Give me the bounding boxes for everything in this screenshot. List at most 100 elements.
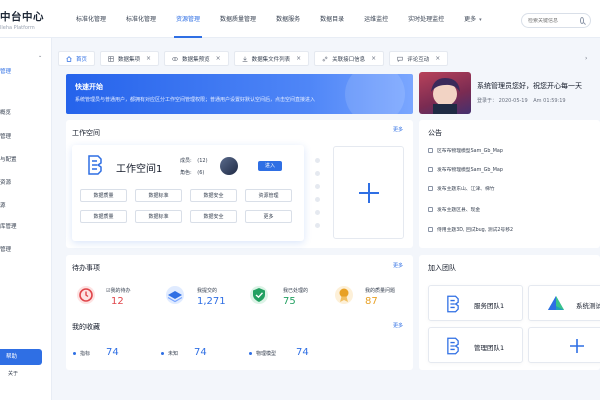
teams-card-title: 加入团队 [428, 264, 456, 272]
sidebar-item-resource[interactable]: 资源 [0, 178, 11, 186]
comment-icon [397, 56, 403, 62]
pager-dot[interactable] [315, 223, 320, 228]
todo-value: 12 [111, 296, 124, 307]
tab-dataset-items[interactable]: 数据集项 × [100, 51, 160, 66]
workspace-more-link[interactable]: 更多 [393, 126, 403, 133]
nav-item-resource-management[interactable]: 资源管理 [166, 0, 210, 38]
bullet-dot [73, 352, 76, 355]
enter-workspace-button[interactable]: 进入 [258, 161, 282, 171]
close-icon[interactable]: × [216, 55, 221, 62]
search-icon[interactable] [580, 17, 584, 24]
sidebar-item-overview[interactable]: 概览 [0, 108, 11, 116]
tab-home[interactable]: 首页 [58, 51, 96, 66]
nav-item-data-service[interactable]: 数据服务 [266, 0, 310, 38]
brand-logo[interactable]: 中台中心 lleha Platform [0, 9, 44, 31]
shortcut-data-standard[interactable]: 数据标准 [135, 189, 182, 202]
pager-dot[interactable] [315, 197, 320, 202]
tab-strip: 首页 数据集项 × 数据集预览 × 数据集文件列表 × 关联接口信息 × 评论互… [58, 51, 449, 69]
notice-text: 区布布物理模型Sam_Gb_Map [437, 149, 503, 154]
avatar[interactable] [419, 72, 471, 114]
shortcut-resource-management[interactable]: 资源管理 [245, 189, 292, 202]
notice-item[interactable]: 发布布物理模型Sam_Gb_Map [428, 166, 503, 173]
shortcut-data-standard-2[interactable]: 数据标准 [135, 210, 182, 223]
nav-item-data-catalog[interactable]: 数据目录 [310, 0, 354, 38]
todo-label-text: 我的待办 [110, 288, 131, 294]
join-team-button[interactable] [528, 327, 600, 363]
notice-item[interactable]: 区布布物理模型Sam_Gb_Map [428, 147, 503, 154]
layers-icon [166, 286, 184, 304]
team-card-service[interactable]: 服务团队1 [428, 285, 523, 321]
help-button[interactable]: 帮助 [0, 349, 42, 365]
close-icon[interactable]: × [371, 55, 376, 62]
pager-dot[interactable] [315, 210, 320, 215]
shortcut-data-quality[interactable]: 数据质量 [80, 189, 127, 202]
todo-more-link[interactable]: 更多 [393, 262, 403, 269]
tab-label: 首页 [76, 56, 88, 63]
sidebar-item-source[interactable]: 源 [0, 201, 6, 209]
shortcut-data-quality-2[interactable]: 数据质量 [80, 210, 127, 223]
management-team-icon [447, 337, 459, 355]
sidebar-item-config[interactable]: 与配置 [0, 155, 17, 163]
close-icon[interactable]: × [296, 55, 301, 62]
nav-item-standardization[interactable]: 标准化管理 [66, 0, 116, 38]
notice-item[interactable]: 侍用主题3D, 回试bug, 测试2号移2 [428, 226, 513, 233]
tab-linked-api[interactable]: 关联接口信息 × [314, 51, 385, 66]
pager-dot[interactable] [315, 184, 320, 189]
ribbon-icon [335, 286, 353, 304]
bullet-dot [249, 352, 252, 355]
tab-comments[interactable]: 评论互动 × [389, 51, 449, 66]
shortcut-data-security[interactable]: 数据安全 [190, 189, 237, 202]
nav-item-ops-monitor[interactable]: 运维监控 [354, 0, 398, 38]
favorite-label: 指标 [80, 351, 91, 357]
nav-item-standardization-2[interactable]: 标准化管理 [116, 0, 166, 38]
nav-item-data-quality[interactable]: 数据质量管理 [210, 0, 266, 38]
tab-dataset-files[interactable]: 数据集文件列表 × [233, 51, 310, 66]
document-icon [428, 186, 433, 191]
favorite-value: 74 [106, 347, 119, 358]
sidebar-item-management-2[interactable]: 管理 [0, 132, 11, 140]
login-time: Am 01:59:19 [533, 98, 566, 104]
favorites-title: 我的收藏 [72, 323, 100, 331]
brand-title: 中台中心 [0, 11, 44, 23]
favorites-more-link[interactable]: 更多 [393, 322, 403, 329]
top-nav-bar: 中台中心 lleha Platform 标准化管理 标准化管理 资源管理 数据质… [0, 0, 600, 38]
banner-description: 系统管理员与普通用户，都拥有对应区分工作空间管理权限；普通用户设置好默认空间后，… [75, 97, 316, 103]
close-icon[interactable]: × [146, 55, 151, 62]
pager-dot[interactable] [315, 171, 320, 176]
team-card-system-test[interactable]: 系统测试团队 [528, 285, 600, 321]
shortcut-data-security-2[interactable]: 数据安全 [190, 210, 237, 223]
shortcut-label: 资源管理 [258, 193, 279, 199]
login-label: 登录于： [477, 98, 498, 104]
notice-item[interactable]: 发布主题区县、现金 [428, 206, 480, 213]
shortcut-label: 更多 [263, 214, 274, 220]
nav-item-realtime-monitor[interactable]: 实时处理监控 [398, 0, 454, 38]
sidebar-item-management[interactable]: 管理 [0, 67, 11, 75]
shortcut-more[interactable]: 更多 [245, 210, 292, 223]
team-name: 系统测试团队 [576, 302, 600, 310]
about-link[interactable]: 关于 [8, 370, 18, 377]
add-workspace-button[interactable] [333, 146, 404, 239]
eye-icon [172, 56, 178, 61]
chevron-down-icon[interactable]: ⌄ [38, 53, 42, 59]
quick-start-banner[interactable]: 快速开始 系统管理员与普通用户，都拥有对应区分工作空间管理权限；普通用户设置好默… [66, 74, 413, 114]
shortcut-label: 数据质量 [93, 214, 114, 220]
team-card-management[interactable]: 管理团队1 [428, 327, 523, 363]
close-icon[interactable]: × [435, 55, 440, 62]
tab-dataset-preview[interactable]: 数据集预览 × [164, 51, 229, 66]
notice-text: 发布主题东山、江津、梯竹 [437, 187, 495, 192]
search-input[interactable] [528, 17, 578, 24]
tab-label: 关联接口信息 [332, 56, 366, 63]
nav-item-more[interactable]: 更多 ▾ [454, 0, 492, 38]
notice-item[interactable]: 发布主题东山、江津、梯竹 [428, 185, 495, 192]
tab-label: 数据集项 [118, 56, 141, 63]
todo-label: 我已处理的 [283, 288, 309, 294]
pager-dot[interactable] [315, 158, 320, 163]
chevron-right-icon[interactable]: › [585, 55, 587, 62]
favorite-value: 74 [296, 347, 309, 358]
sidebar-item-library[interactable]: 库管理 [0, 222, 17, 230]
workspace-item[interactable]: 工作空间1 成员: (12) 角色: (6) 进入 数据质量 数据标准 数据安全… [72, 145, 304, 241]
sidebar-item-management-3[interactable]: 管理 [0, 245, 11, 253]
main-nav: 标准化管理 标准化管理 资源管理 数据质量管理 数据服务 数据目录 运维监控 实… [66, 0, 492, 38]
shortcut-label: 数据安全 [203, 214, 224, 220]
search-box[interactable] [521, 13, 591, 28]
